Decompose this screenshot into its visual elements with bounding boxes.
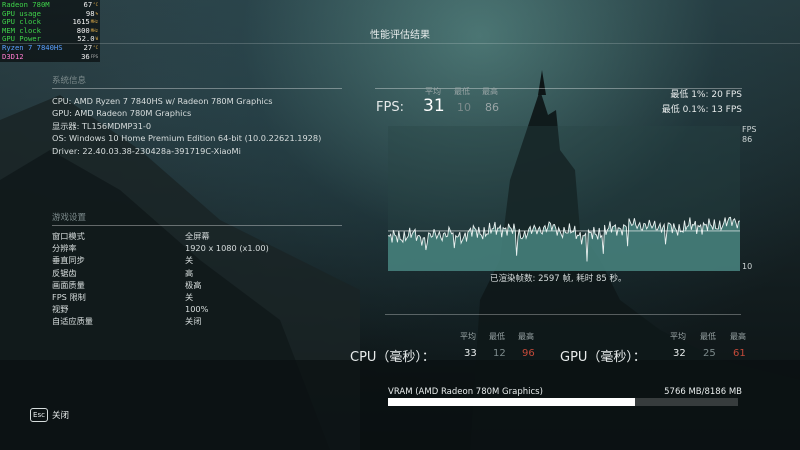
page-title: 性能评估结果 (370, 30, 430, 41)
system-info-list: CPU: AMD Ryzen 7 7840HS w/ Radeon 780M G… (52, 95, 321, 157)
gpu-avg-heading: 平均 (670, 332, 686, 341)
fps-average-value: 31 (423, 96, 445, 116)
gpu-min-value: 25 (703, 348, 716, 359)
close-button[interactable]: 关闭 (52, 409, 69, 421)
fps-lows: 最低 1%: 20 FPS 最低 0.1%: 13 FPS (640, 88, 742, 117)
osd-row-fps: D3D12 36FPS (2, 51, 98, 61)
setting-row-fov: 视野 100% (52, 304, 209, 315)
gpu-frametime-label: GPU（毫秒）： (560, 350, 646, 365)
title-divider (0, 43, 800, 44)
cpu-max-heading: 最高 (518, 332, 534, 341)
cpu-avg-value: 33 (464, 348, 477, 359)
chart-axis-unit: FPS (742, 125, 757, 134)
chart-axis-top: FPS 86 (742, 125, 757, 145)
cpu-min-heading: 最低 (489, 332, 505, 341)
fps-min-value: 10 (457, 101, 471, 114)
fps-label: FPS: (376, 100, 404, 115)
system-info-cpu: CPU: AMD Ryzen 7 7840HS w/ Radeon 780M G… (52, 96, 273, 106)
fps-min-heading: 最低 (454, 87, 470, 96)
fps-max-heading: 最高 (482, 87, 498, 96)
system-info-os: OS: Windows 10 Home Premium Edition 64-b… (52, 133, 322, 144)
game-settings-table: 窗口模式 全屏幕 分辨率 1920 x 1080 (x1.00) 垂直同步关 反锯齿… (52, 230, 269, 328)
setting-row-quality: 画面质量 极高 (52, 279, 202, 290)
fps-max-value: 86 (485, 101, 499, 114)
setting-row-antialiasing: 反锯齿高 (52, 267, 194, 278)
vram-value: 5766 MB/8186 MB (664, 387, 742, 397)
gpu-max-value: 61 (733, 348, 746, 359)
fps-chart (388, 126, 740, 271)
fps-low-01-percent: 最低 0.1%: 13 FPS (661, 104, 742, 115)
vram-usage-fill (388, 398, 635, 406)
chart-axis-max: 86 (742, 135, 753, 144)
cpu-min-value: 12 (493, 348, 506, 359)
setting-row-vsync: 垂直同步关 (52, 255, 194, 266)
gpu-avg-value: 32 (673, 348, 686, 359)
vram-label: VRAM (AMD Radeon 780M Graphics) (388, 387, 543, 397)
frames-rendered-text: 已渲染帧数: 2597 帧, 耗时 85 秒。 (490, 274, 627, 284)
setting-row-fps-limit: FPS 限制关 (52, 292, 194, 303)
gpu-max-heading: 最高 (730, 332, 746, 341)
cpu-avg-heading: 平均 (460, 332, 476, 341)
chart-axis-min: 10 (742, 262, 753, 271)
gpu-min-heading: 最低 (700, 332, 716, 341)
game-settings-heading: 游戏设置 (52, 213, 87, 223)
setting-row-adaptive-quality: 自适应质量 关闭 (52, 316, 202, 327)
setting-row-window-mode: 窗口模式 全屏幕 (52, 231, 210, 241)
fps-low-1-percent: 最低 1%: 20 FPS (670, 90, 742, 100)
setting-row-resolution: 分辨率 1920 x 1080 (x1.00) (52, 243, 269, 254)
fps-avg-heading: 平均 (425, 87, 441, 96)
game-settings-divider (52, 225, 342, 226)
system-info-divider (52, 88, 342, 89)
frametime-divider (385, 314, 741, 315)
vram-usage-bar (388, 398, 738, 406)
system-info-driver: Driver: 22.40.03.38-230428a-391719C-Xiao… (52, 145, 241, 156)
cpu-max-value: 96 (522, 348, 535, 359)
system-info-heading: 系统信息 (52, 76, 87, 86)
cpu-frametime-label: CPU（毫秒）： (350, 350, 435, 365)
system-info-gpu: GPU: AMD Radeon 780M Graphics (52, 108, 192, 119)
esc-key-icon[interactable]: Esc (30, 408, 48, 422)
system-info-display: 显示器: TL156MDMP31-0 (52, 120, 152, 131)
